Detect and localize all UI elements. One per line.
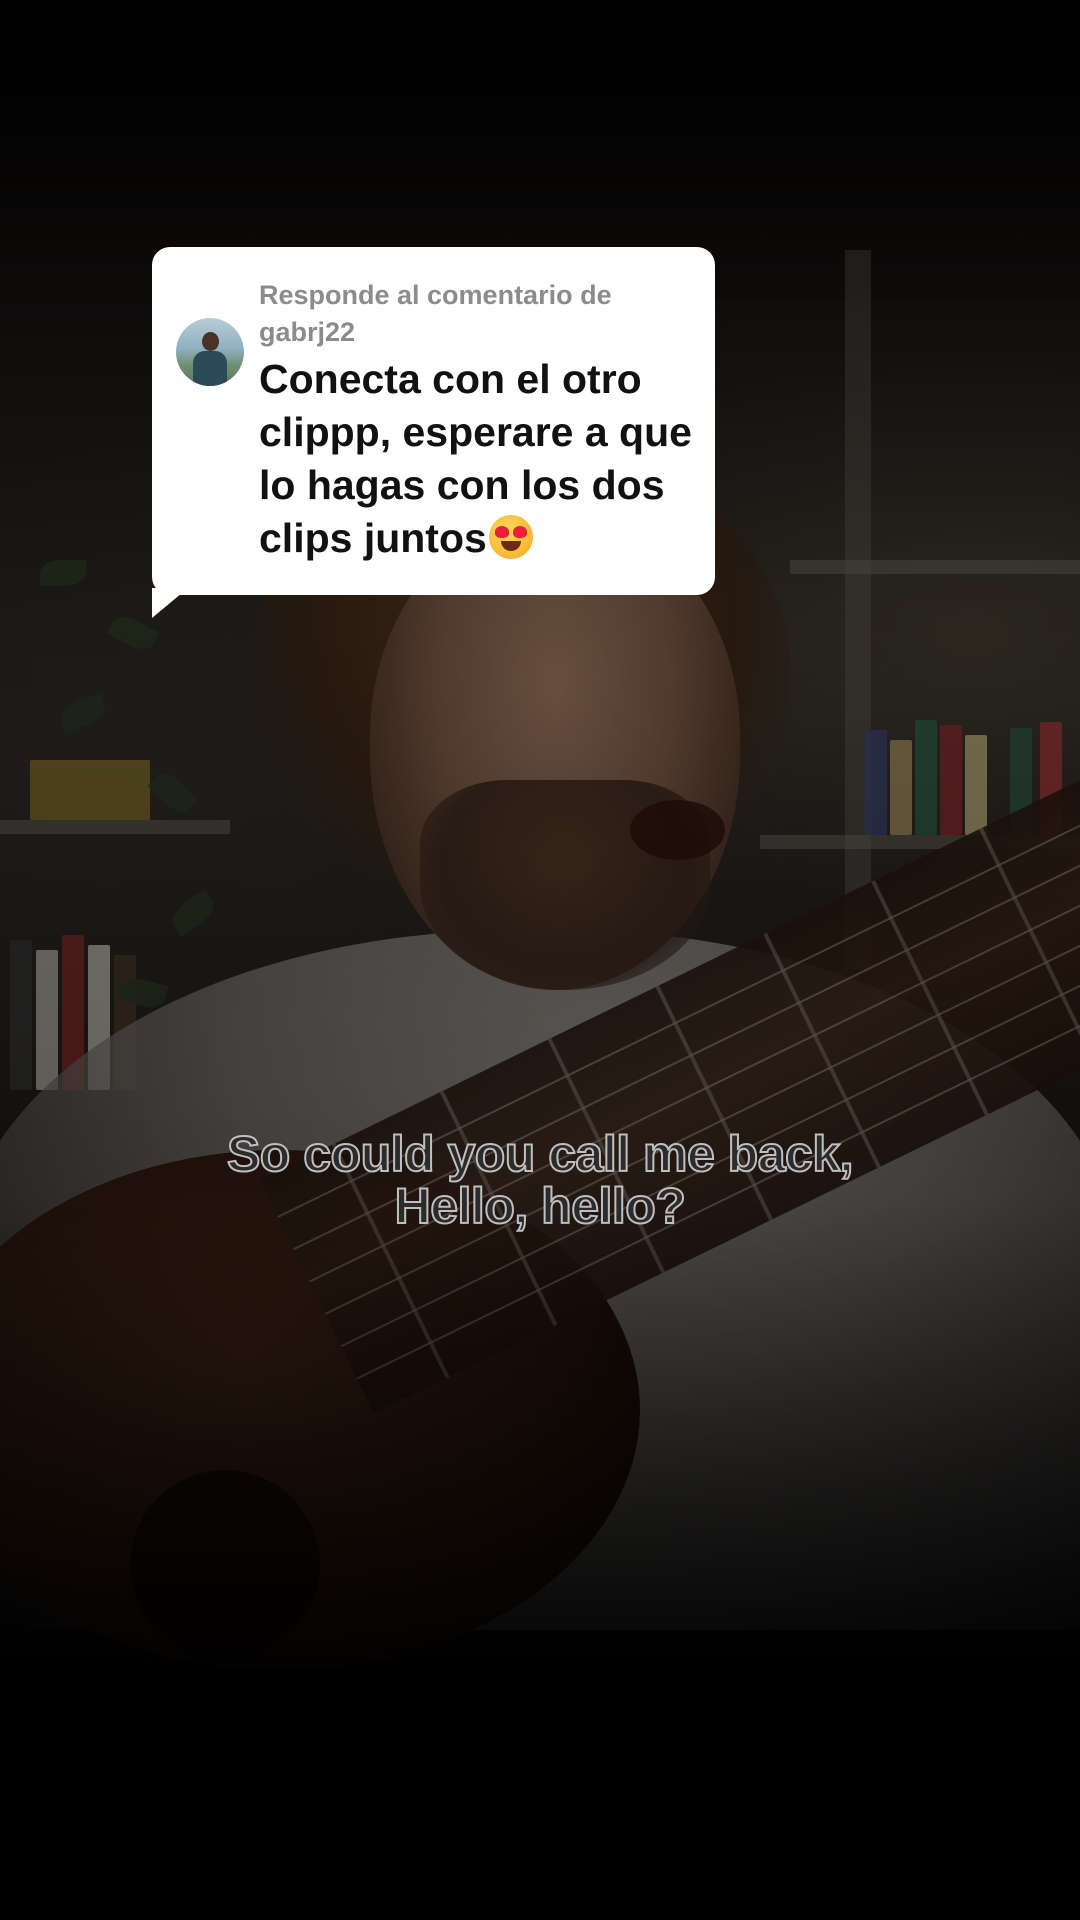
lyric-line-1: So could you call me back, [226, 1126, 855, 1182]
lyric-caption: So could you call me back, Hello, hello? [0, 1126, 1080, 1234]
video-screen[interactable]: Responde al comentario de gabrj22 Conect… [0, 0, 1080, 1920]
comment-reply-sticker[interactable]: Responde al comentario de gabrj22 Conect… [152, 247, 715, 595]
reply-header-label: Responde al comentario de [259, 280, 612, 310]
heart-eyes-emoji-icon [488, 515, 533, 559]
avatar-body [193, 351, 227, 386]
sticker-speech-tail [152, 588, 188, 618]
reply-header: Responde al comentario de gabrj22 [259, 277, 689, 351]
reply-comment-text: Conecta con el otro clippp, esperare a q… [259, 353, 699, 565]
commenter-avatar[interactable] [176, 318, 244, 386]
commenter-username[interactable]: gabrj22 [259, 314, 689, 351]
comment-text: Conecta con el otro clippp, esperare a q… [259, 356, 692, 561]
lyric-line-2: Hello, hello? [394, 1178, 687, 1234]
avatar-head [202, 332, 219, 351]
